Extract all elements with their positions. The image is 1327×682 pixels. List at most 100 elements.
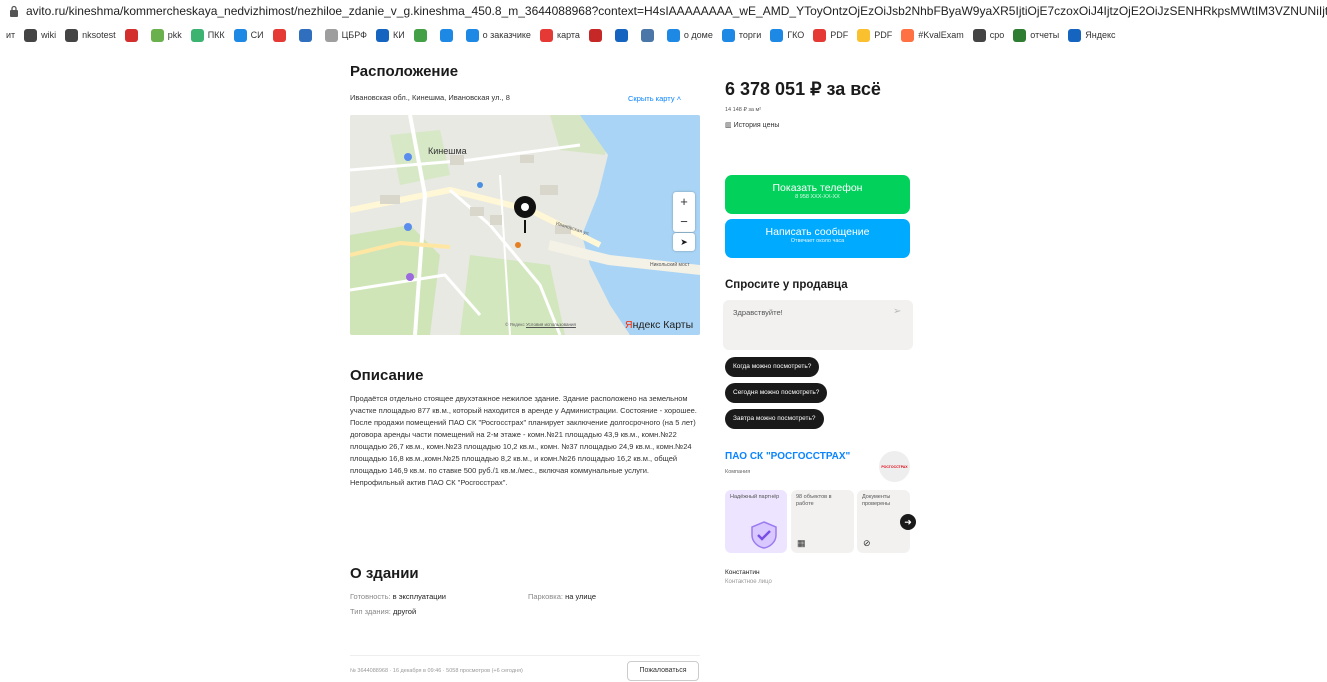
quick-question-chip[interactable]: Когда можно посмотреть? [725,357,820,377]
lock-icon[interactable] [6,3,22,19]
url-text[interactable]: avito.ru/kineshma/kommercheskaya_nedvizh… [26,4,1327,18]
bookmark-item[interactable] [640,28,658,42]
red-square-icon [124,28,138,42]
arrow-icon [439,28,453,42]
cloud-icon [588,28,602,42]
map[interactable] [350,115,700,335]
zoom-out-button[interactable]: − [673,212,695,232]
bookmark-label: о заказчике [482,30,531,40]
address-text: Ивановская обл., Кинешма, Ивановская ул.… [350,93,510,102]
readiness-field: Готовность: в эксплуатации [350,592,446,601]
star-icon [272,28,286,42]
bookmark-label: PDF [874,30,893,40]
bookmark-item[interactable]: ГКО [770,28,805,42]
bookmark-item[interactable] [124,28,142,42]
quick-question-chip[interactable]: Сегодня можно посмотреть? [725,383,828,403]
heart-icon [813,28,827,42]
bookmark-item[interactable]: ит [2,29,15,42]
bookmark-item[interactable] [588,28,606,42]
bookmark-item[interactable] [439,28,457,42]
bookmark-item[interactable]: КИ [375,28,405,42]
seller-badge-card[interactable]: 98 объектов в работе ▦ [791,490,854,553]
map-terms-link[interactable]: Условия использования [526,322,576,327]
hammer-icon [721,28,735,42]
location-arrow-icon: ➤ [680,237,688,247]
bookmark-item[interactable]: о доме [666,28,713,42]
footer-divider [350,655,700,656]
contact-name[interactable]: Константин [725,569,760,576]
seller-name-link[interactable]: ПАО СК "РОСГОССТРАХ" [725,451,850,462]
badge-text: Документы проверены [862,494,891,507]
zoom-in-button[interactable]: + [673,192,695,212]
check-circle-icon: ⊘ [863,538,871,548]
check-icon [614,28,628,42]
write-message-button[interactable]: Написать сообщение Отвечает около часа [725,219,910,258]
bookmark-item[interactable] [298,28,316,42]
bookmark-item[interactable]: PDF [813,28,849,42]
address-bar[interactable]: avito.ru/kineshma/kommercheskaya_nedvizh… [0,0,1327,22]
bookmark-label: #KvalExam [918,30,964,40]
mail-icon [901,28,915,42]
target-icon [465,28,479,42]
bookmark-label: ГКО [787,30,805,40]
send-icon[interactable]: ➢ [893,306,901,317]
map-zoom-control[interactable]: + − [673,192,695,232]
listing-meta: № 3644088968 · 16 декабря в 09:46 · 5058… [350,668,523,674]
bookmark-item[interactable]: ЦБРФ [324,28,367,42]
globe-icon [24,28,38,42]
house-icon [666,28,680,42]
map-brand-logo: Яндекс Карты [625,319,694,331]
bookmark-item[interactable]: cpo [972,28,1005,42]
grid-icon [857,28,871,42]
bookmark-item[interactable]: СИ [233,28,264,42]
seller-badge-card[interactable]: Надёжный партнёр [725,490,787,553]
bookmark-item[interactable]: о заказчике [465,28,531,42]
disk-icon [1068,28,1082,42]
bookmark-item[interactable]: PDF [857,28,893,42]
globe-icon [972,28,986,42]
bookmark-item[interactable] [272,28,290,42]
bookmark-label: ЦБРФ [341,30,367,40]
bookmark-item[interactable]: nksotest [65,28,116,42]
show-phone-button[interactable]: Показать телефон 8 958 XXX-XX-XX [725,175,910,214]
bookmark-label: торги [738,30,762,40]
bookmark-label: nksotest [82,30,116,40]
map-label-bridge: Никольский мост [650,262,690,268]
bookmark-label: о доме [683,30,713,40]
vk-icon [640,28,654,42]
seller-type: Компания [725,469,751,475]
bookmark-label: отчеты [1030,30,1060,40]
bookmark-item[interactable]: ПКК [190,28,225,42]
bookmark-item[interactable]: pkk [150,28,182,42]
plant-icon [150,28,164,42]
parking-field: Парковка: на улице [528,592,596,601]
hide-map-link[interactable]: Скрыть карту ˄ [628,94,681,103]
bookmarks-bar: ит wiki nksotest pkk ПКК СИ ЦБРФ КИ о заказчике к… [0,22,1327,48]
globe-icon [65,28,79,42]
app-icon [233,28,247,42]
puzzle-icon [413,28,427,42]
app-icon [770,28,784,42]
bookmark-label: ит [6,30,16,40]
quick-question-chip[interactable]: Завтра можно посмотреть? [725,409,824,429]
bookmark-item[interactable]: отчеты [1013,28,1060,42]
carousel-next-button[interactable]: ➜ [900,514,916,530]
bookmark-item[interactable] [614,28,632,42]
ask-seller-input[interactable]: Здравствуйте! [733,308,783,317]
bookmark-item[interactable]: Яндекс [1068,28,1115,42]
bookmark-label: cpo [989,30,1005,40]
bookmark-label: PDF [830,30,849,40]
price-per-m2: 14 148 ₽ за м² [725,107,762,113]
bookmark-item[interactable]: #KvalExam [901,28,964,42]
badge-text: 98 объектов в работе [796,494,832,507]
bookmark-item[interactable] [413,28,431,42]
price-history-link[interactable]: ▥ История цены [725,121,779,129]
bookmark-item[interactable]: торги [721,28,762,42]
locate-button[interactable]: ➤ [673,233,695,251]
seller-logo[interactable]: РОСГОССТРАХ [879,451,910,482]
bookmark-item[interactable]: wiki [24,28,56,42]
bookmark-item[interactable]: карта [539,28,580,42]
bookmark-label: СИ [250,30,264,40]
complain-button[interactable]: Пожаловаться [627,661,699,681]
chevron-up-icon: ˄ [676,94,682,103]
